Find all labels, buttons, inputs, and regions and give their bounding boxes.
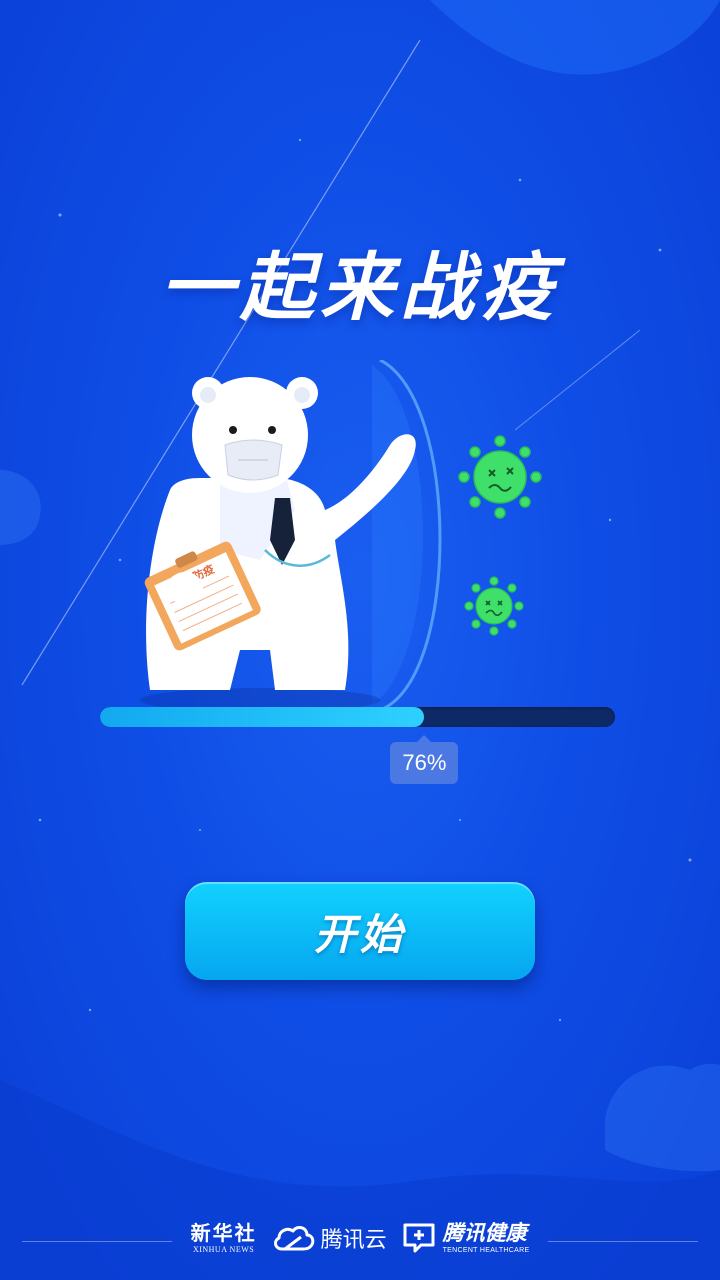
progress-percent-badge: 76% xyxy=(390,735,459,784)
virus-icon xyxy=(464,576,524,636)
tencent-health-en: TENCENT HEALTHCARE xyxy=(442,1246,530,1254)
footer-partner-logos: 新华社 XINHUA NEWS 腾讯云 腾讯健康 TENCENT HEALTHC… xyxy=(0,1218,720,1258)
virus-icon xyxy=(458,435,542,519)
xinhua-logo: 新华社 XINHUA NEWS xyxy=(191,1223,257,1254)
health-cross-icon xyxy=(403,1223,435,1253)
page-title: 一起来战疫 xyxy=(160,245,560,331)
start-button[interactable]: 开始 xyxy=(185,882,535,980)
xinhua-logo-cn: 新华社 xyxy=(190,1220,257,1245)
loading-progress-bar xyxy=(100,707,615,727)
tencent-cloud-logo: 腾讯云 xyxy=(271,1222,387,1254)
tencent-health-logo: 腾讯健康 TENCENT HEALTHCARE xyxy=(401,1222,530,1254)
bear-doctor-illustration: 科学防疫 xyxy=(140,360,442,710)
xinhua-logo-en: XINHUA NEWS xyxy=(192,1244,255,1254)
tencent-health-cn: 腾讯健康 xyxy=(442,1220,527,1245)
tencent-cloud-label: 腾讯云 xyxy=(320,1228,387,1253)
progress-fill xyxy=(100,707,425,727)
cloud-icon xyxy=(273,1226,314,1251)
